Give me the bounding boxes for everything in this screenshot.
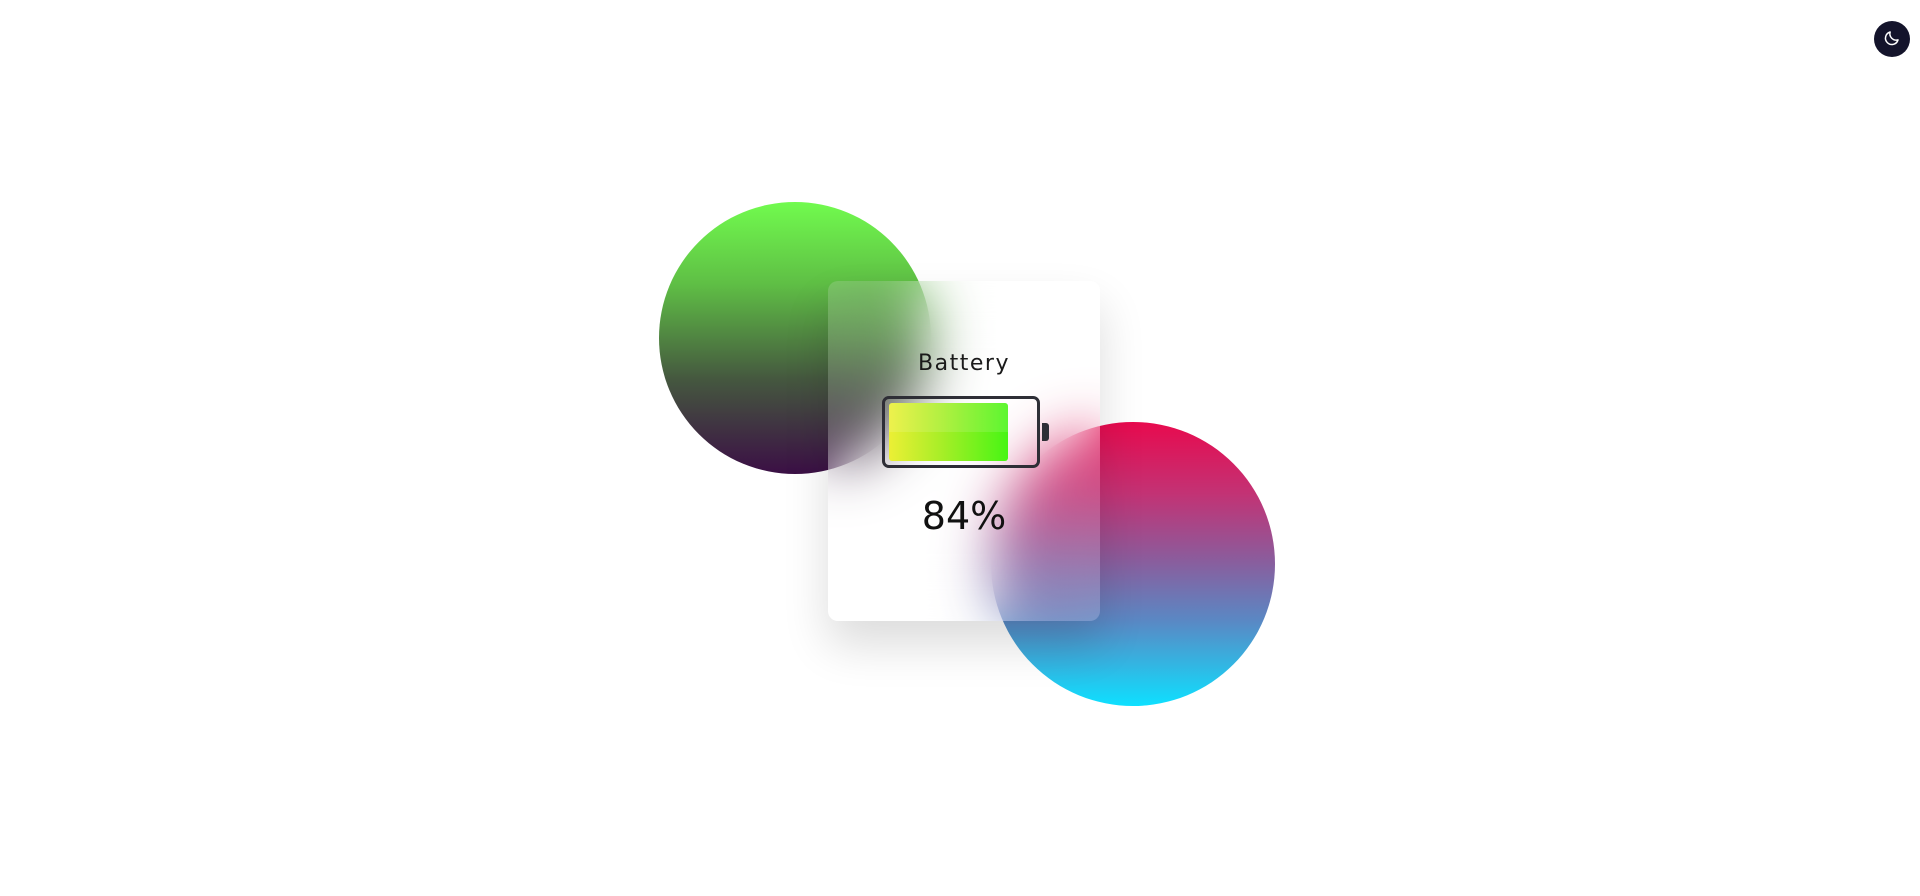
battery-icon [882,396,1049,468]
moon-icon [1883,29,1901,50]
theme-toggle-button[interactable] [1874,21,1910,57]
battery-card: Battery 84% [828,281,1100,621]
battery-percentage: 84% [921,494,1007,538]
page-stage: Battery 84% [0,0,1920,896]
battery-level-fill [889,403,1008,461]
card-title: Battery [918,351,1010,376]
battery-terminal [1042,423,1049,441]
